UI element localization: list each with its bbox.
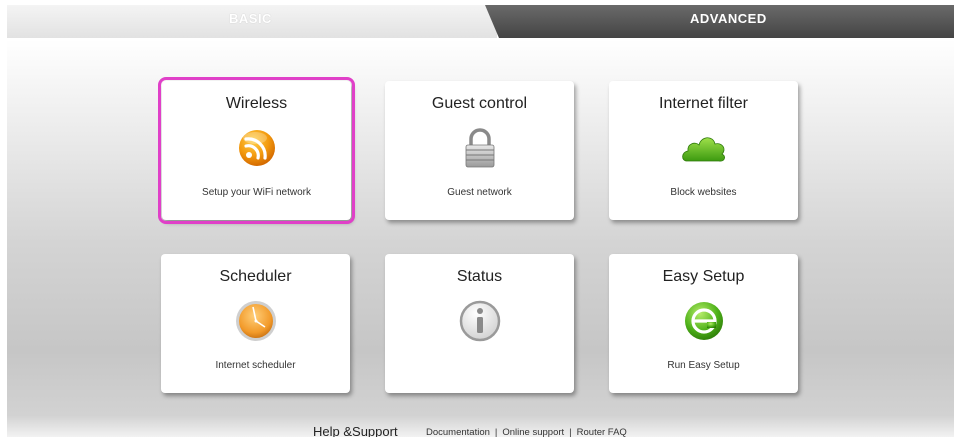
card-wireless[interactable]: Wireless Setup your WiFi network	[158, 77, 355, 224]
card-internet-filter[interactable]: Internet filter Block websites	[609, 81, 798, 220]
card-easy-setup[interactable]: Easy Setup Run Easy Setup	[609, 254, 798, 393]
tab-bar: BASIC ADVANCED	[7, 5, 954, 38]
documentation-link[interactable]: Documentation	[426, 427, 490, 437]
tab-basic[interactable]: BASIC	[7, 5, 497, 38]
card-title: Internet filter	[659, 95, 748, 112]
tab-basic-label: BASIC	[229, 11, 272, 26]
separator: |	[569, 427, 572, 437]
card-title: Guest control	[431, 95, 528, 112]
lock-icon	[465, 128, 495, 168]
main-panel: BASIC ADVANCED Wireless Setup your WiFi …	[7, 5, 954, 437]
easy-setup-icon	[685, 302, 723, 340]
card-guest-control[interactable]: Guest control Guest network	[385, 81, 574, 220]
tab-advanced-label: ADVANCED	[690, 11, 767, 26]
clock-icon	[236, 301, 276, 341]
card-scheduler[interactable]: Scheduler Internet scheduler	[161, 254, 350, 393]
footer: Help &Support Documentation | Online suppo…	[7, 424, 954, 437]
tab-advanced[interactable]: ADVANCED	[485, 5, 954, 38]
card-subtitle: Guest network	[447, 187, 512, 198]
card-status[interactable]: Status	[385, 254, 574, 393]
help-support-label: Help &Support	[313, 424, 398, 437]
wifi-icon	[239, 130, 275, 166]
online-support-link[interactable]: Online support	[502, 427, 564, 437]
card-subtitle: Block websites	[670, 187, 737, 198]
cloud-icon	[682, 137, 725, 162]
footer-links: Documentation | Online support | Router FAQ	[426, 427, 627, 437]
card-subtitle: Run Easy Setup	[667, 360, 740, 371]
card-title: Easy Setup	[662, 268, 745, 285]
card-title: Scheduler	[219, 268, 292, 285]
card-title: Status	[456, 268, 503, 285]
info-icon	[459, 300, 501, 342]
card-title: Wireless	[225, 95, 288, 112]
card-subtitle: Internet scheduler	[215, 360, 296, 371]
router-faq-link[interactable]: Router FAQ	[577, 427, 627, 437]
card-subtitle: Setup your WiFi network	[202, 187, 311, 198]
separator: |	[494, 427, 498, 437]
